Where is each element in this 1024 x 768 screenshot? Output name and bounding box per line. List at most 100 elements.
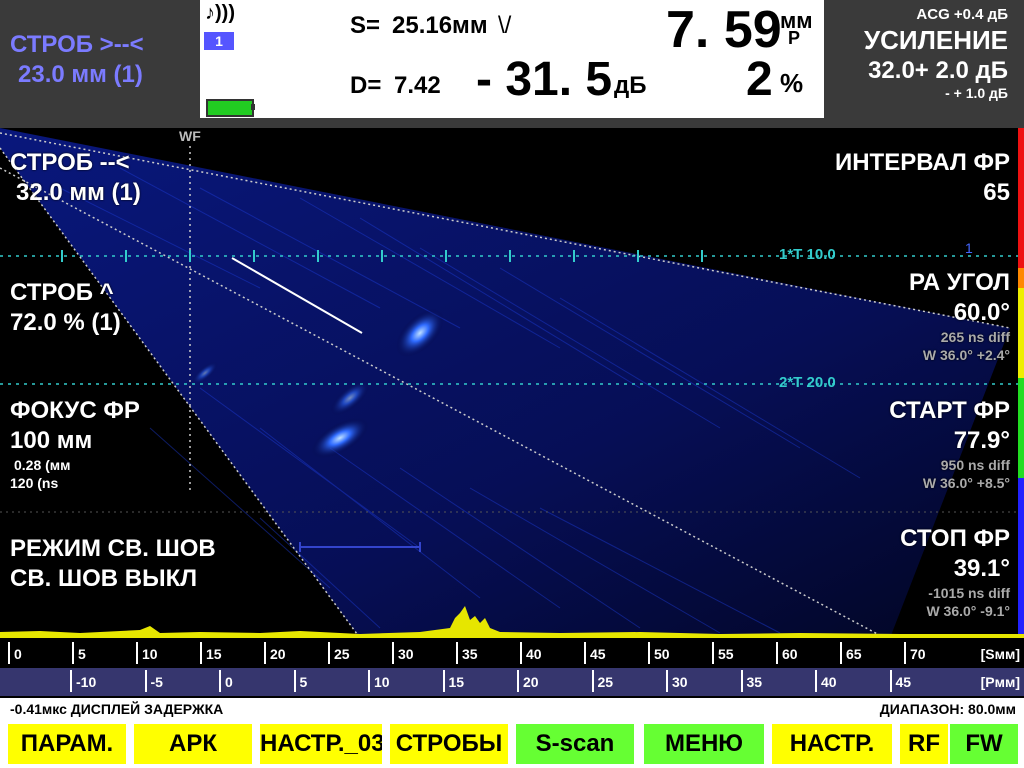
focus-value: 100 мм [10, 427, 93, 454]
focus-sub1: 0.28 (мм [14, 457, 71, 473]
stop-title: СТОП ФР [900, 525, 1010, 552]
weld-mode-title: РЕЖИМ СВ. ШОВ [10, 535, 216, 562]
p-scale-tick-label: 30 [672, 674, 688, 690]
settings-button[interactable]: НАСТР. [772, 724, 892, 764]
s-scale-tick-label: 45 [590, 646, 606, 662]
menu-button[interactable]: МЕНЮ [644, 724, 764, 764]
s-scale-tick-label: 10 [142, 646, 158, 662]
s-scale-tick-label: 65 [846, 646, 862, 662]
gates-button[interactable]: СТРОБЫ [390, 724, 508, 764]
s-scan-view[interactable]: WF 1*T 10.0 2*T 20.0 1 СТРОБ --< 32.0 мм… [0, 128, 1024, 638]
gate-b-title: СТРОБ --< [10, 149, 130, 176]
s-scale-tick-mark [584, 642, 586, 664]
db-value: - 31. 5 [476, 53, 613, 106]
focus-readout[interactable]: ФОКУС ФР 100 мм 0.28 (мм 120 (ns [10, 396, 140, 492]
gate-level-readout[interactable]: СТРОБ ^ 72.0 % (1) [10, 278, 121, 338]
s-scale-tick-mark [456, 642, 458, 664]
s-scale-tick-label: 15 [206, 646, 222, 662]
start-title: СТАРТ ФР [889, 397, 1010, 424]
p-scale-tick-label: 15 [448, 674, 465, 690]
gain-value: 32.0+ 2.0 дБ [868, 57, 1008, 84]
p-scale-tick-mark [889, 670, 892, 692]
p-scale-tick-label: -5 [150, 674, 163, 690]
s-scale-tick-mark [200, 642, 202, 664]
gain-step: - + 1.0 дБ [945, 85, 1008, 101]
s-scale-tick-label: 35 [462, 646, 478, 662]
s-scale-tick-mark [520, 642, 522, 664]
pa-angle-title: РА УГОЛ [908, 269, 1010, 296]
interval-value: 65 [983, 179, 1010, 206]
s-label: S= [350, 12, 381, 39]
p-scale-unit: [Pмм] [980, 674, 1020, 690]
p-scale-tick-mark [815, 670, 817, 692]
p-scale-tick-label: -10 [76, 674, 97, 690]
s-scale-tick-label: 60 [782, 646, 798, 662]
channel-badge: 1 [204, 32, 234, 50]
focus-sub2: 120 (ns [10, 475, 59, 491]
p-scale-tick-mark [144, 670, 147, 692]
s-scale-tick-label: 20 [270, 646, 286, 662]
p-scale-tick-mark [442, 670, 445, 692]
display-delay: -0.41мкс ДИСПЛЕЙ ЗАДЕРЖКА [10, 701, 224, 717]
softkey-bar: ПАРАМ. АРК НАСТР._03: СТРОБЫ S-scan МЕНЮ… [0, 720, 1024, 768]
db-unit: дБ [614, 72, 647, 99]
p-scale-tick-label: 45 [895, 674, 912, 690]
s-scale-tick-label: 55 [718, 646, 734, 662]
fw-button[interactable]: FW [950, 724, 1018, 764]
focus-title: ФОКУС ФР [10, 397, 140, 424]
p-scale: -10 -5 0 5 10 15 20 25 30 35 40 45 [Pмм] [0, 668, 1024, 696]
settings-03-button[interactable]: НАСТР._03: [260, 724, 382, 764]
gate-b-readout[interactable]: СТРОБ --< 32.0 мм (1) [10, 148, 141, 208]
start-sub2: W 36.0° +8.5° [922, 475, 1010, 491]
d-label: D= [350, 72, 382, 99]
s-scale-tick-mark [840, 642, 842, 664]
pa-angle-value: 60.0° [953, 299, 1010, 326]
s-scale-tick-label: 0 [14, 646, 22, 662]
p-scale-tick-mark [591, 670, 594, 692]
s-scale-tick-label: 30 [398, 646, 414, 662]
stop-readout[interactable]: СТОП ФР 39.1° -1015 ns diff W 36.0° -9.1… [900, 524, 1010, 620]
gate-a-title: СТРОБ >--< [10, 31, 144, 58]
p-scale-tick-label: 35 [746, 674, 763, 690]
stop-sub1: -1015 ns diff [928, 585, 1010, 601]
s-scale: 0 5 10 15 20 25 30 35 40 45 50 55 60 65 70 [Sмм] [0, 640, 1024, 668]
pa-angle-readout[interactable]: РА УГОЛ 60.0° 265 ns diff W 36.0° +2.4° [909, 268, 1010, 364]
gain-panel[interactable]: ACG +0.4 дБ УСИЛЕНИЕ 32.0+ 2.0 дБ - + 1.… [864, 6, 1008, 101]
s-scale-tick-label: 70 [910, 646, 926, 662]
s-scale-tick-mark [392, 642, 394, 664]
p-scale-tick-label: 25 [597, 674, 614, 690]
start-readout[interactable]: СТАРТ ФР 77.9° 950 ns diff W 36.0° +8.5° [889, 396, 1010, 492]
s-scale-tick-label: 25 [334, 646, 350, 662]
s-value: 25.16мм [392, 12, 488, 39]
param-button[interactable]: ПАРАМ. [8, 724, 126, 764]
p-scale-tick-label: 20 [523, 674, 539, 690]
apk-button[interactable]: АРК [134, 724, 252, 764]
s-scale-tick-mark [904, 642, 906, 664]
p-scale-tick-label: 0 [225, 674, 233, 690]
gain-title: УСИЛЕНИЕ [863, 25, 1008, 55]
weld-mode-value: СВ. ШОВ ВЫКЛ [10, 565, 198, 592]
p-scale-tick-label: 5 [299, 674, 308, 690]
weld-mode-readout[interactable]: РЕЖИМ СВ. ШОВ СВ. ШОВ ВЫКЛ [10, 534, 216, 594]
rf-button[interactable]: RF [900, 724, 948, 764]
status-bar: -0.41мкс ДИСПЛЕЙ ЗАДЕРЖКА ДИАПАЗОН: 80.0… [0, 698, 1024, 720]
sound-icon: ♪))) [205, 2, 235, 24]
interval-readout[interactable]: ИНТЕРВАЛ ФР 65 [835, 148, 1010, 208]
percent-unit: % [780, 68, 804, 98]
s-symbol: \/ [498, 12, 512, 39]
channel-marker: 1 [965, 240, 973, 256]
battery-icon [206, 99, 254, 117]
gate-a-value: 23.0 мм (1) [18, 61, 143, 88]
gate-a-readout[interactable]: СТРОБ >--< 23.0 мм (1) [10, 30, 144, 90]
s-scan-button[interactable]: S-scan [516, 724, 634, 764]
s-scale-tick-mark [264, 642, 266, 664]
p-scale-tick-mark [219, 670, 221, 692]
start-value: 77.9° [953, 427, 1010, 454]
stop-sub2: W 36.0° -9.1° [926, 603, 1010, 619]
start-sub1: 950 ns diff [940, 457, 1010, 473]
p-scale-tick-mark [517, 670, 519, 692]
p-scale-tick-label: 40 [821, 674, 837, 690]
s-scale-tick-mark [776, 642, 778, 664]
p-scale-tick-mark [293, 670, 296, 692]
p-scale-tick-mark [70, 670, 72, 692]
